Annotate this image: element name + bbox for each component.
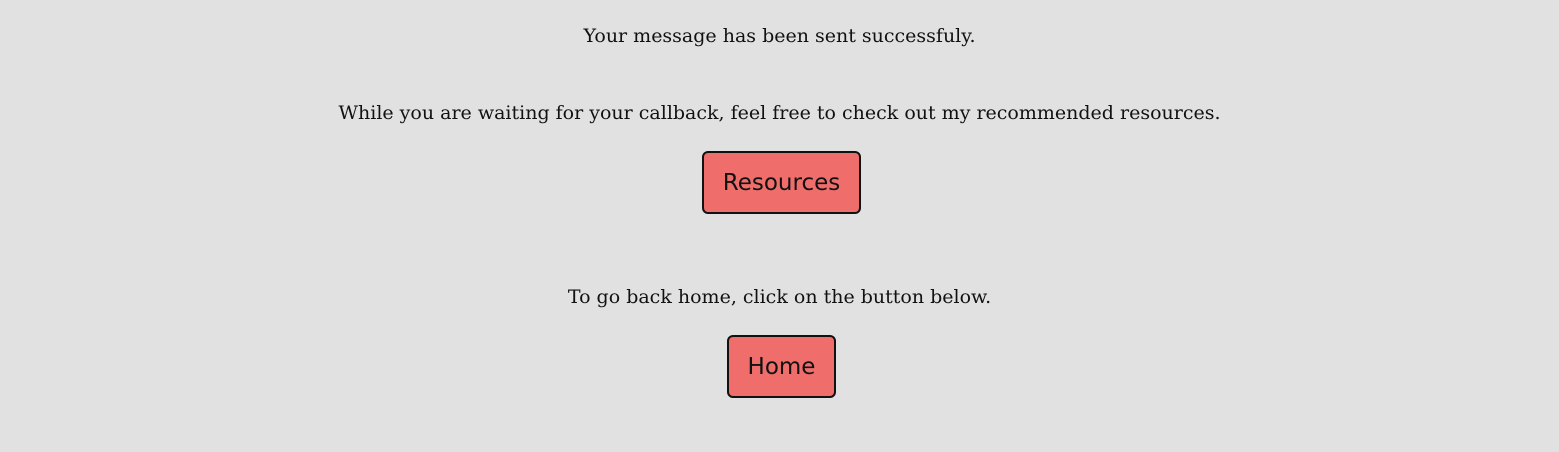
resources-button[interactable]: Resources [702, 151, 861, 214]
success-page: Your message has been sent successfuly. … [0, 0, 1559, 452]
home-button[interactable]: Home [727, 335, 836, 398]
home-prompt: To go back home, click on the button bel… [567, 286, 992, 308]
resources-prompt: While you are waiting for your callback,… [338, 102, 1221, 124]
success-message: Your message has been sent successfuly. [583, 25, 976, 47]
